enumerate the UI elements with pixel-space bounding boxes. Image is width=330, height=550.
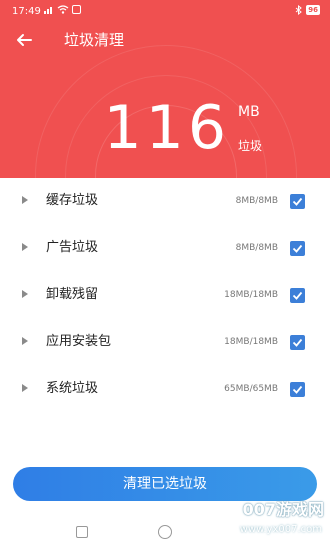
notification-icon	[72, 5, 81, 14]
junk-item-ads[interactable]: 广告垃圾 8MB/8MB	[0, 225, 330, 272]
page-title: 垃圾清理	[64, 31, 125, 49]
back-arrow-icon[interactable]	[14, 30, 34, 50]
home-icon[interactable]	[158, 525, 172, 539]
junk-total-unit: MB	[238, 104, 260, 120]
junk-category-list: 缓存垃圾 8MB/8MB 广告垃圾 8MB/8MB 卸载残留 18MB/18MB…	[0, 178, 330, 413]
junk-item-size: 65MB/65MB	[224, 384, 278, 394]
checkbox-checked-icon[interactable]	[290, 241, 305, 256]
bluetooth-icon	[295, 5, 303, 15]
recent-apps-icon[interactable]	[76, 526, 88, 538]
checkbox-checked-icon[interactable]	[290, 288, 305, 303]
signal-icon	[44, 7, 52, 14]
junk-item-size: 8MB/8MB	[235, 243, 278, 253]
junk-item-size: 18MB/18MB	[224, 337, 278, 347]
checkbox-checked-icon[interactable]	[290, 382, 305, 397]
expand-arrow-icon[interactable]	[22, 196, 28, 204]
expand-arrow-icon[interactable]	[22, 243, 28, 251]
status-time: 17:49	[12, 6, 41, 17]
junk-item-uninstall-residue[interactable]: 卸载残留 18MB/18MB	[0, 272, 330, 319]
junk-item-label: 应用安装包	[46, 334, 112, 349]
junk-item-label: 系统垃圾	[46, 381, 99, 396]
junk-item-system[interactable]: 系统垃圾 65MB/65MB	[0, 366, 330, 413]
header-panel: 17:49 96 垃圾清理 116 MB 垃圾	[0, 0, 330, 178]
junk-total-label: 垃圾	[238, 139, 263, 153]
checkbox-checked-icon[interactable]	[290, 194, 305, 209]
checkbox-checked-icon[interactable]	[290, 335, 305, 350]
expand-arrow-icon[interactable]	[22, 384, 28, 392]
junk-item-size: 18MB/18MB	[224, 290, 278, 300]
wifi-icon	[57, 5, 69, 14]
battery-indicator: 96	[306, 5, 320, 15]
junk-item-label: 缓存垃圾	[46, 193, 99, 208]
watermark-url: www.yx007.com	[239, 524, 322, 535]
watermark-logo: 007游戏网	[242, 500, 324, 519]
junk-total-value: 116	[103, 93, 230, 163]
junk-item-apk[interactable]: 应用安装包 18MB/18MB	[0, 319, 330, 366]
status-bar: 17:49 96	[0, 0, 330, 24]
expand-arrow-icon[interactable]	[22, 337, 28, 345]
junk-item-size: 8MB/8MB	[235, 196, 278, 206]
expand-arrow-icon[interactable]	[22, 290, 28, 298]
junk-item-label: 卸载残留	[46, 287, 99, 302]
junk-item-cache[interactable]: 缓存垃圾 8MB/8MB	[0, 178, 330, 225]
junk-item-label: 广告垃圾	[46, 240, 99, 255]
